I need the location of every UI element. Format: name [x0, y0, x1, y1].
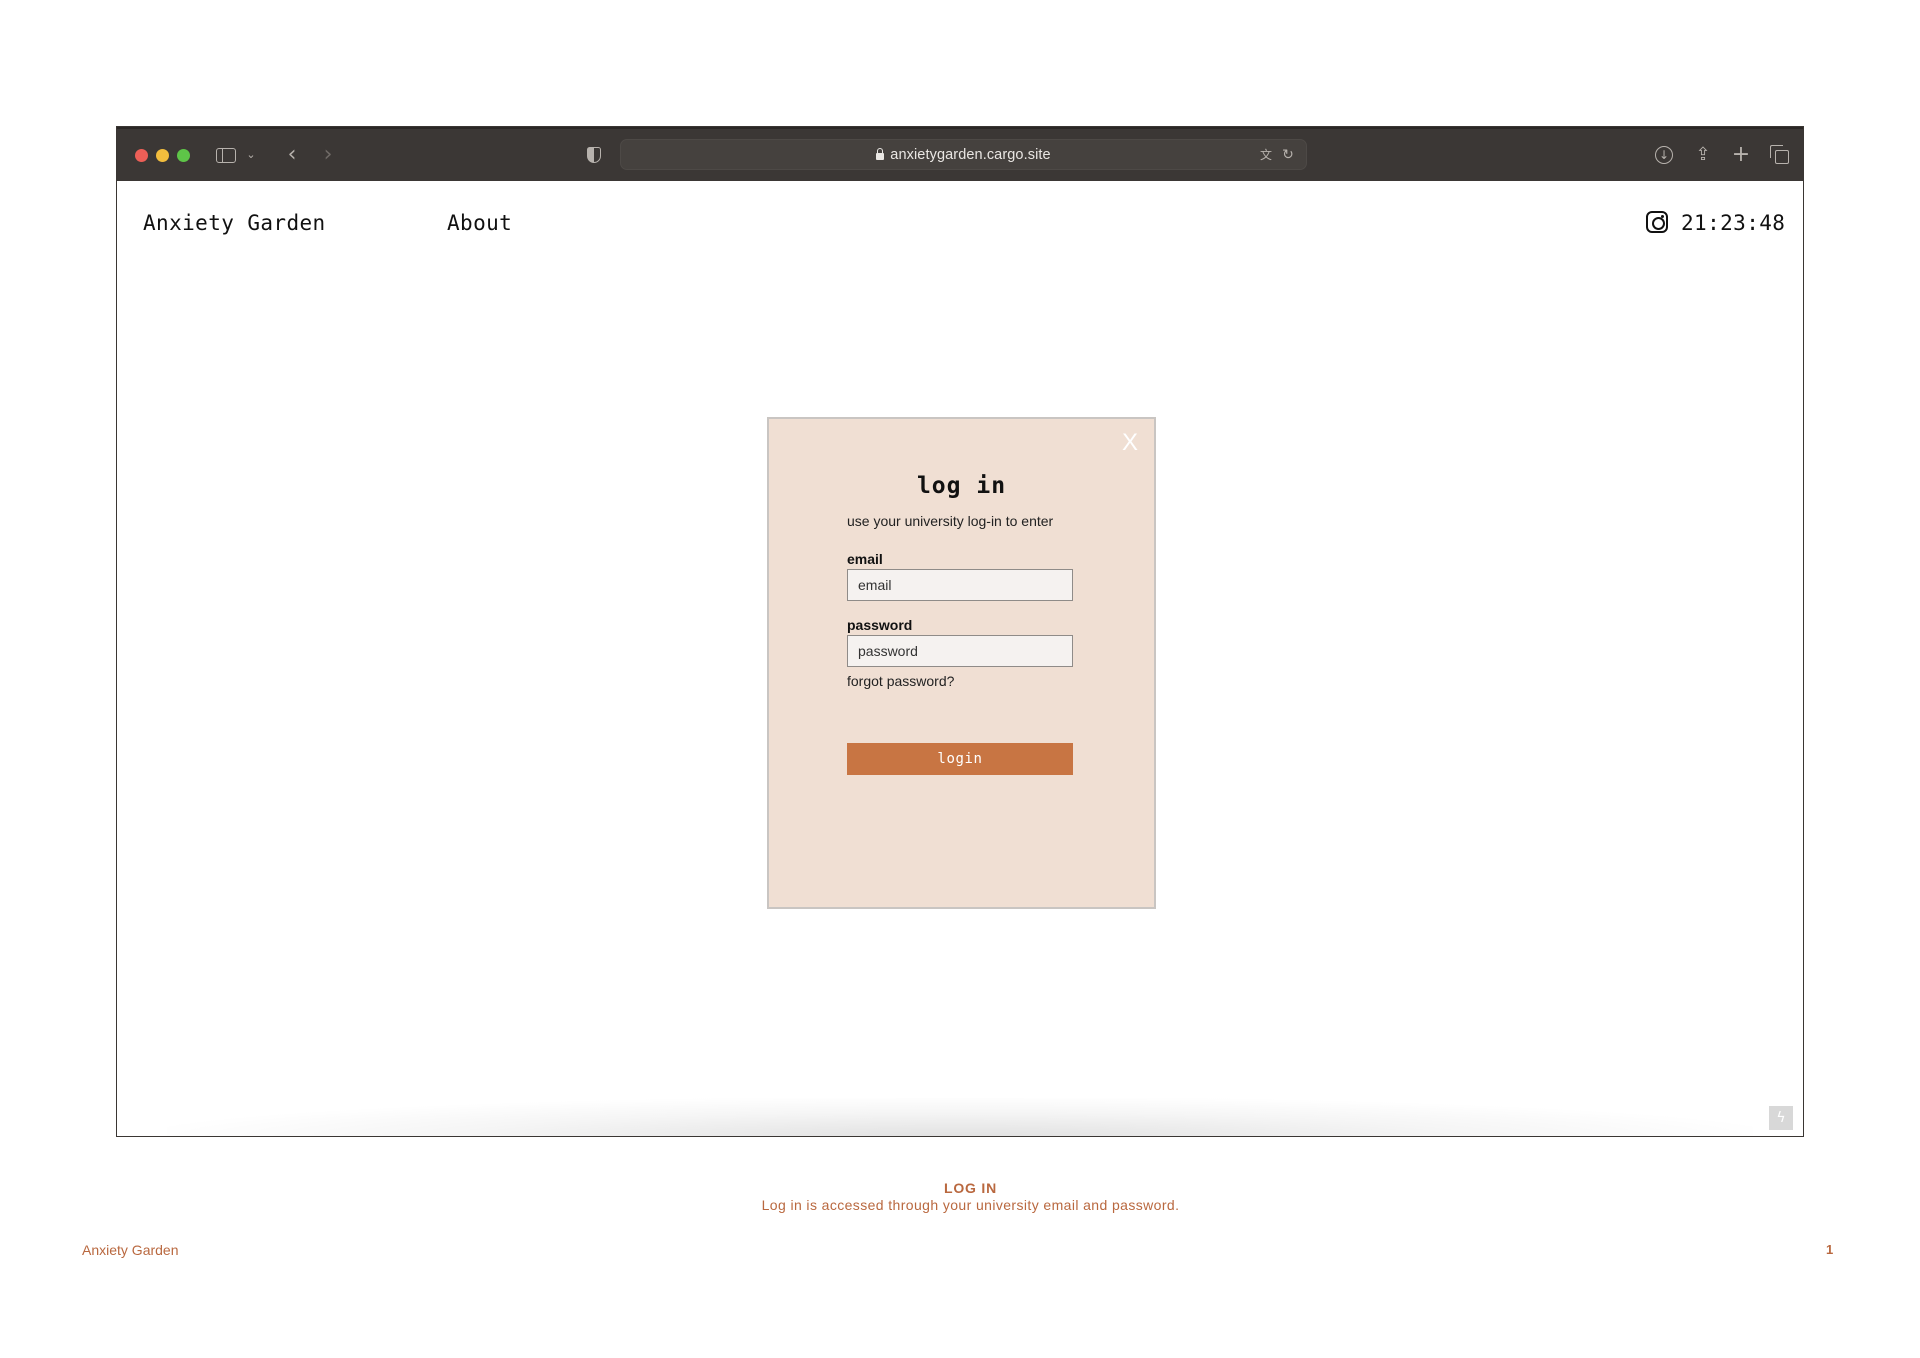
shield-icon[interactable]	[585, 143, 603, 167]
forgot-password-link[interactable]: forgot password?	[847, 673, 954, 689]
browser-toolbar: ⌄ ‹ › anxietygarden.cargo.site 文 ↻ ⇪ +	[117, 127, 1803, 181]
instagram-icon[interactable]	[1646, 211, 1668, 233]
sidebar-icon[interactable]	[215, 143, 237, 167]
login-button[interactable]: login	[847, 743, 1073, 775]
share-icon[interactable]: ⇪	[1693, 143, 1713, 167]
back-arrow-icon[interactable]: ‹	[282, 143, 302, 167]
lightning-icon[interactable]: ϟ	[1769, 1106, 1793, 1130]
site-content: Anxiety Garden About 21:23:48 X log in u…	[117, 181, 1803, 1136]
page-number: 1	[1826, 1242, 1834, 1257]
presentation-page: ⌄ ‹ › anxietygarden.cargo.site 文 ↻ ⇪ + A…	[0, 0, 1920, 1358]
browser-window: ⌄ ‹ › anxietygarden.cargo.site 文 ↻ ⇪ + A…	[116, 126, 1804, 1137]
email-label: email	[847, 551, 883, 567]
address-display[interactable]: anxietygarden.cargo.site	[621, 140, 1306, 171]
minimize-window-button[interactable]	[156, 149, 169, 162]
new-tab-icon[interactable]: +	[1731, 143, 1751, 167]
caption-title: LOG IN	[943, 1180, 998, 1196]
caption-text: Log in is accessed through your universi…	[761, 1197, 1180, 1213]
nav-about-link[interactable]: About	[447, 211, 512, 235]
close-modal-button[interactable]: X	[1122, 431, 1138, 455]
password-field[interactable]	[847, 635, 1073, 667]
modal-title: log in	[916, 473, 1007, 499]
email-field[interactable]	[847, 569, 1073, 601]
password-label: password	[847, 617, 913, 633]
clock-display: 21:23:48	[1681, 211, 1786, 235]
tabs-overview-icon[interactable]	[1769, 143, 1791, 167]
lock-icon	[876, 148, 885, 160]
translate-icon[interactable]: 文	[1256, 145, 1276, 165]
download-icon[interactable]	[1653, 143, 1675, 167]
zoom-window-button[interactable]	[177, 149, 190, 162]
bottom-shadow	[167, 1098, 1753, 1136]
modal-subtitle: use your university log-in to enter	[847, 513, 1054, 529]
forward-arrow-icon[interactable]: ›	[318, 143, 338, 167]
footer-project-name: Anxiety Garden	[82, 1242, 179, 1258]
login-modal: X log in use your university log-in to e…	[767, 417, 1156, 909]
address-bar[interactable]: anxietygarden.cargo.site 文 ↻	[620, 139, 1307, 170]
reload-icon[interactable]: ↻	[1280, 145, 1296, 165]
chevron-down-icon[interactable]: ⌄	[245, 143, 257, 167]
close-window-button[interactable]	[135, 149, 148, 162]
site-title-link[interactable]: Anxiety Garden	[143, 211, 326, 235]
address-url: anxietygarden.cargo.site	[890, 147, 1051, 163]
